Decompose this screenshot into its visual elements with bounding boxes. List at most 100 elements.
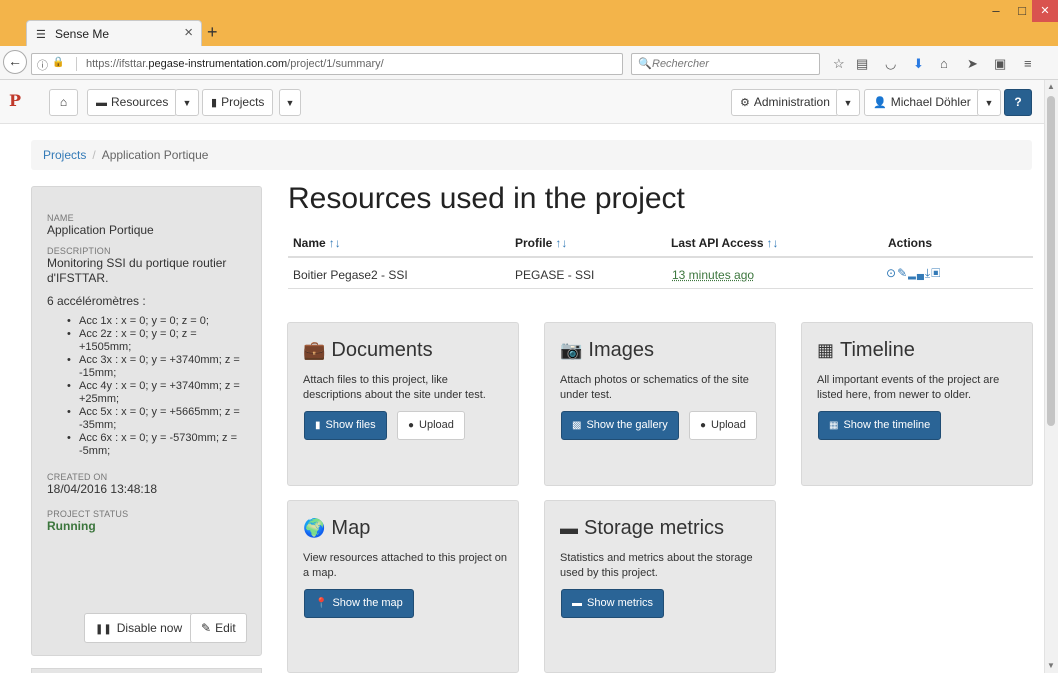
- download-icon[interactable]: ⬇: [913, 56, 924, 72]
- edit-icon[interactable]: ✎: [897, 266, 908, 280]
- file-icon: ▮: [315, 420, 321, 431]
- home-button[interactable]: ⌂: [49, 89, 78, 116]
- calendar-icon: ▦: [817, 340, 835, 360]
- app-navbar: P ⌂ ▬ Resources ▼ ▮ Projects ▼ ⚙ Administra…: [0, 80, 1044, 124]
- resources-icon: ▬: [96, 97, 107, 109]
- project-name: Application Portique: [47, 223, 154, 237]
- caret-down-icon: ▼: [285, 98, 295, 108]
- info-icon[interactable]: ⓘ: [37, 57, 48, 73]
- projects-dropdown-button[interactable]: ▼: [279, 89, 301, 116]
- user-button[interactable]: 👤 Michael Döhler: [864, 89, 980, 116]
- pocket-icon[interactable]: ◡: [885, 56, 896, 72]
- sort-arrows-icon[interactable]: ↑↓: [329, 236, 341, 250]
- send-icon[interactable]: ➤: [967, 56, 978, 72]
- upload-documents-button[interactable]: ● Upload: [397, 411, 465, 440]
- page-title: Resources used in the project: [288, 182, 685, 215]
- column-header-actions: Actions: [888, 236, 933, 250]
- scrollbar-thumb[interactable]: [1047, 96, 1055, 426]
- minimize-icon[interactable]: –: [982, 0, 1010, 22]
- scroll-up-icon[interactable]: ▲: [1047, 82, 1055, 91]
- name-label: NAME: [47, 213, 74, 223]
- resources-button[interactable]: ▬ Resources: [87, 89, 178, 116]
- back-arrow-icon[interactable]: ←: [3, 50, 27, 74]
- caret-down-icon: ▼: [182, 98, 192, 108]
- created-date: 18/04/2016 13:48:18: [47, 482, 158, 496]
- pause-icon: ❚❚: [95, 624, 112, 635]
- url-text[interactable]: https://ifsttar.pegase-instrumentation.c…: [86, 58, 384, 70]
- user-dropdown-button[interactable]: ▼: [977, 89, 1001, 116]
- next-panel: [31, 668, 262, 673]
- browser-tab[interactable]: ☰ Sense Me ×: [26, 20, 202, 46]
- resource-profile: PEGASE - SSI: [515, 268, 595, 282]
- menu-icon[interactable]: ≡: [1024, 56, 1032, 71]
- resource-name: Boitier Pegase2 - SSI: [293, 268, 408, 282]
- upload-images-button[interactable]: ● Upload: [689, 411, 757, 440]
- hdd-icon[interactable]: ▣: [931, 266, 941, 280]
- caret-down-icon: ▼: [984, 98, 994, 108]
- briefcase-icon: 💼: [303, 340, 326, 360]
- sensors-intro: 6 accéléromètres :: [47, 294, 146, 308]
- column-header-name[interactable]: Name ↑↓: [293, 236, 341, 250]
- disable-button[interactable]: ❚❚ Disable now: [84, 613, 194, 643]
- edit-icon: ✎: [201, 621, 212, 635]
- signal-icon[interactable]: ▂▄: [908, 269, 925, 280]
- administration-button[interactable]: ⚙ Administration: [731, 89, 839, 116]
- list-item: Acc 4y : x = 0; y = +3740mm; z = +25mm;: [67, 380, 246, 406]
- browser-search-input[interactable]: 🔍 Rechercher: [631, 53, 820, 75]
- hdd-icon: ▬: [572, 598, 582, 609]
- projects-button[interactable]: ▮ Projects: [202, 89, 274, 116]
- user-icon: 👤: [873, 97, 887, 109]
- images-card: 📷 Images Attach photos or schematics of t…: [544, 322, 776, 486]
- resources-dropdown-button[interactable]: ▼: [175, 89, 199, 116]
- list-item: Acc 3x : x = 0; y = +3740mm; z = -15mm;: [67, 354, 246, 380]
- search-icon: 🔍: [638, 58, 652, 70]
- show-map-button[interactable]: 📍 Show the map: [304, 589, 414, 618]
- show-gallery-button[interactable]: ▩ Show the gallery: [561, 411, 679, 440]
- column-header-profile[interactable]: Profile ↑↓: [515, 236, 567, 250]
- browser-titlebar: ☰ Sense Me × + – □ ✕: [0, 0, 1058, 46]
- sort-arrows-icon[interactable]: ↑↓: [555, 236, 567, 250]
- bookmark-star-icon[interactable]: ☆: [833, 56, 845, 72]
- show-metrics-button[interactable]: ▬ Show metrics: [561, 589, 665, 618]
- timeline-card: ▦ Timeline All important events of the pr…: [801, 322, 1033, 486]
- book-icon: ▮: [211, 97, 218, 109]
- accelerometer-list: Acc 1x : x = 0; y = 0; z = 0; Acc 2z : x…: [67, 315, 246, 458]
- close-window-icon[interactable]: ✕: [1032, 0, 1058, 22]
- card-title: Storage metrics: [584, 517, 725, 539]
- extension-icon[interactable]: ▣: [994, 56, 1006, 72]
- help-button[interactable]: ?: [1004, 89, 1032, 116]
- card-description: All important events of the project are …: [817, 374, 1000, 401]
- calendar-icon: ▦: [829, 420, 839, 431]
- new-tab-icon[interactable]: +: [207, 22, 218, 43]
- column-header-last-access[interactable]: Last API Access ↑↓: [671, 236, 779, 250]
- breadcrumb-projects-link[interactable]: Projects: [43, 148, 86, 162]
- home-icon[interactable]: ⌂: [940, 56, 948, 71]
- show-files-button[interactable]: ▮ Show files: [304, 411, 387, 440]
- picture-icon: ▩: [572, 420, 582, 431]
- globe-icon: 🌍: [303, 518, 326, 538]
- dashboard-icon[interactable]: ⊙: [886, 266, 897, 280]
- tab-close-icon[interactable]: ×: [184, 24, 193, 41]
- show-timeline-button[interactable]: ▦ Show the timeline: [818, 411, 942, 440]
- map-marker-icon: 📍: [315, 598, 328, 609]
- card-description: View resources attached to this project …: [303, 552, 508, 579]
- upload-icon: ●: [408, 420, 415, 431]
- app-logo[interactable]: P: [9, 91, 21, 110]
- administration-dropdown-button[interactable]: ▼: [836, 89, 860, 116]
- list-item: Acc 6x : x = 0; y = -5730mm; z = -5mm;: [67, 432, 246, 458]
- list-item: Acc 1x : x = 0; y = 0; z = 0;: [67, 315, 246, 328]
- map-card: 🌍 Map View resources attached to this pro…: [287, 500, 519, 673]
- address-bar[interactable]: ⓘ 🔒 https://ifsttar.pegase-instrumentati…: [31, 53, 644, 75]
- card-title: Timeline: [840, 339, 915, 361]
- question-icon: ?: [1014, 95, 1022, 109]
- edit-button[interactable]: ✎ Edit: [190, 613, 247, 643]
- bookmarks-list-icon[interactable]: ▤: [856, 56, 868, 72]
- status-label: PROJECT STATUS: [47, 509, 129, 519]
- sort-arrows-icon[interactable]: ↑↓: [767, 236, 779, 250]
- hdd-icon: ▬: [560, 518, 578, 538]
- caret-down-icon: ▼: [843, 98, 853, 108]
- scroll-down-icon[interactable]: ▼: [1047, 661, 1055, 670]
- card-title: Map: [331, 517, 371, 539]
- card-title: Documents: [331, 339, 433, 361]
- project-description: Monitoring SSI du portique routier d'IFS…: [47, 256, 227, 285]
